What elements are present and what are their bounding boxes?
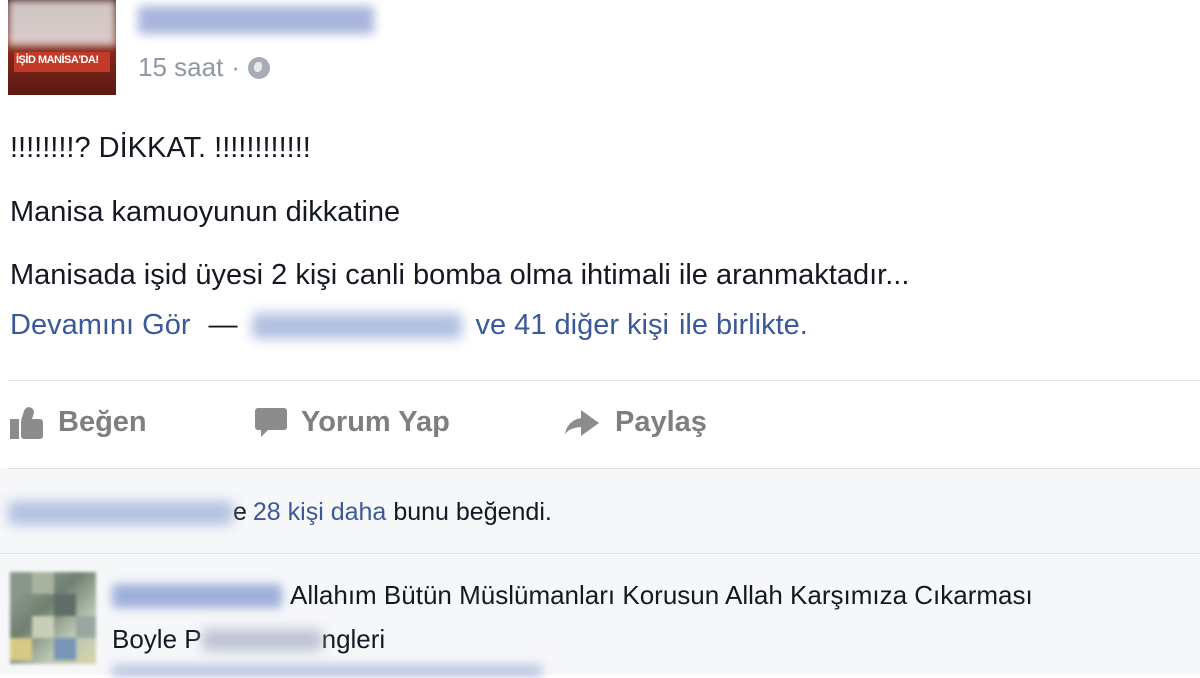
avatar-blurred-area bbox=[8, 0, 116, 46]
comment-label: Yorum Yap bbox=[301, 406, 450, 438]
comment-first-line: Allahım Bütün Müslümanları Korusun Allah… bbox=[112, 580, 1033, 611]
author-name-blurred[interactable] bbox=[138, 6, 374, 34]
share-button[interactable]: Paylaş bbox=[563, 406, 707, 439]
author-avatar[interactable]: İŞİD MANİSA'DA! bbox=[8, 0, 116, 95]
comment-word-blurred bbox=[201, 628, 322, 651]
comment-bubble-icon bbox=[255, 407, 289, 438]
post-line-more: Devamını Gör — ve 41 diğer kişi ile birl… bbox=[10, 309, 808, 342]
likes-suffix: bunu beğendi. bbox=[393, 498, 552, 526]
comment-actions-blurred[interactable] bbox=[112, 664, 542, 678]
post-line-audience: Manisa kamuoyunun dikkatine bbox=[10, 196, 401, 228]
em-dash: — bbox=[208, 309, 238, 341]
commenter-avatar[interactable] bbox=[10, 572, 96, 664]
likers-blurred[interactable] bbox=[8, 500, 233, 525]
post-line-body: Manisada işid üyesi 2 kişi canli bomba o… bbox=[10, 259, 910, 291]
like-label: Beğen bbox=[58, 406, 147, 438]
commenter-name-blurred[interactable] bbox=[112, 583, 282, 608]
see-more-link[interactable]: Devamını Gör bbox=[10, 309, 191, 342]
comment-divider bbox=[0, 553, 1200, 554]
share-label: Paylaş bbox=[615, 406, 707, 438]
comment-button[interactable]: Yorum Yap bbox=[255, 406, 450, 439]
comment-second-line: Boyle P ngleri bbox=[112, 624, 385, 655]
share-arrow-icon bbox=[563, 408, 603, 438]
likers-trailing-char: e bbox=[233, 498, 247, 526]
comment-text-1: Allahım Bütün Müslümanları Korusun Allah… bbox=[290, 580, 1033, 610]
likes-summary: e 28 kişi daha bunu beğendi. bbox=[8, 498, 552, 527]
comment-text-2-prefix: Boyle P bbox=[112, 624, 202, 654]
time-label: 15 saat bbox=[138, 52, 224, 82]
thumbs-up-icon bbox=[10, 405, 46, 439]
tagged-person-blurred[interactable] bbox=[251, 312, 462, 339]
feedback-divider bbox=[8, 468, 1200, 469]
avatar-caption: İŞİD MANİSA'DA! bbox=[16, 54, 99, 66]
tagged-others-link[interactable]: ve 41 diğer kişi bbox=[476, 309, 669, 342]
globe-icon bbox=[247, 56, 270, 79]
action-divider-top bbox=[8, 380, 1200, 381]
post-line-warning: !!!!!!!!? DİKKAT. !!!!!!!!!!!! bbox=[10, 132, 311, 164]
tagged-suffix: ile birlikte. bbox=[678, 309, 808, 341]
like-button[interactable]: Beğen bbox=[10, 405, 147, 439]
likes-others-link[interactable]: 28 kişi daha bbox=[253, 498, 386, 527]
time-separator: · bbox=[231, 52, 240, 82]
post-timestamp[interactable]: 15 saat · bbox=[138, 52, 270, 83]
comment-text-2-suffix: ngleri bbox=[321, 624, 386, 654]
